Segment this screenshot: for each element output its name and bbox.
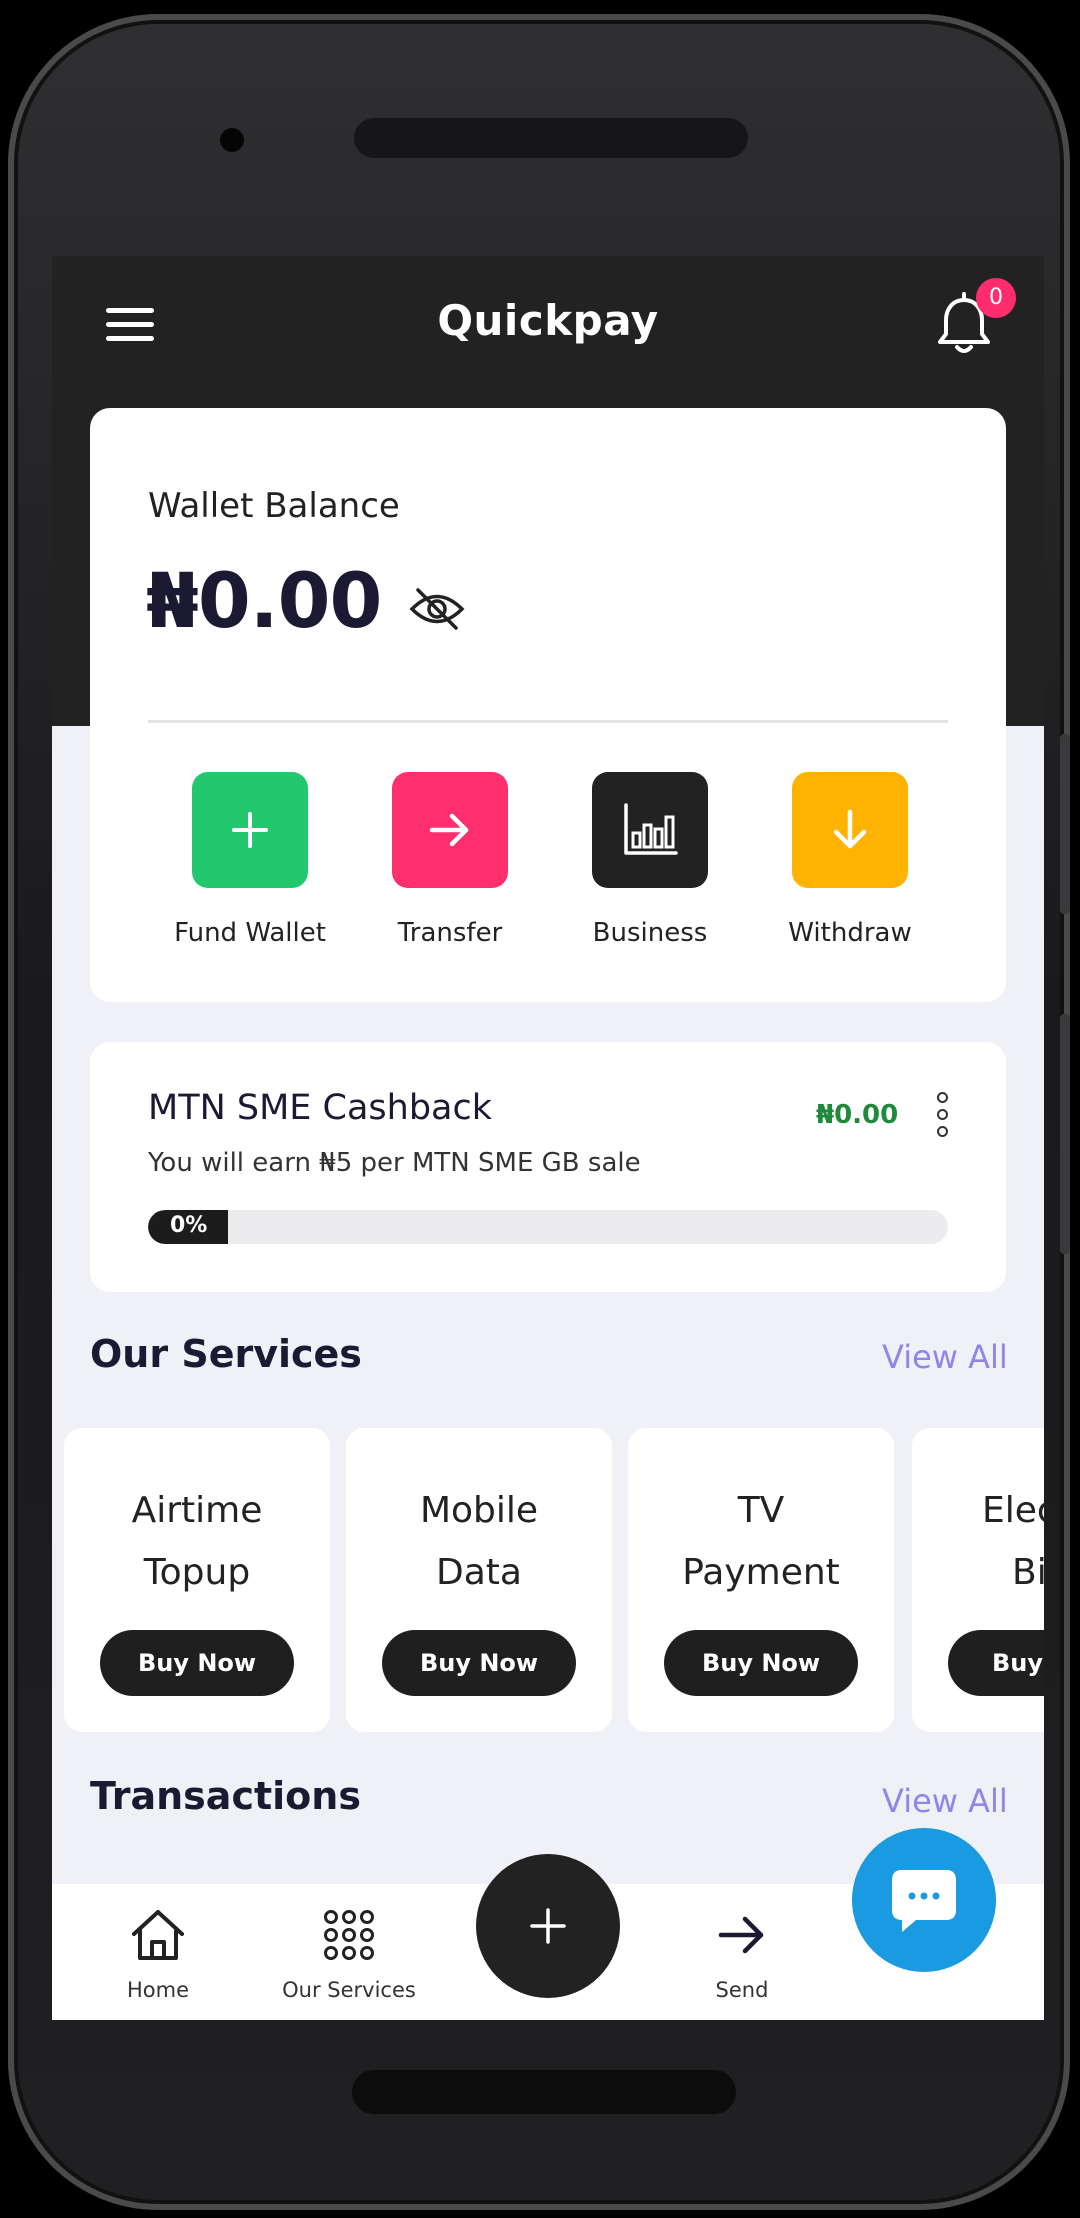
nav-send[interactable]: Send (700, 1908, 784, 2002)
side-button (1060, 1014, 1070, 1254)
business-label: Business (592, 918, 708, 948)
cashback-card: MTN SME Cashback ₦0.00 You will earn ₦5 … (90, 1042, 1006, 1292)
plus-icon (530, 1908, 566, 1944)
transfer-label: Transfer (397, 918, 503, 948)
eye-slash-icon[interactable] (408, 584, 466, 634)
home-icon (132, 1910, 184, 1960)
side-button (1060, 734, 1070, 914)
more-options-icon[interactable] (936, 1092, 948, 1137)
service-name-line: Mobile (419, 1490, 539, 1531)
arrow-right-icon (429, 813, 469, 847)
services-view-all-link[interactable]: View All (882, 1338, 1008, 1376)
buy-now-button[interactable]: Buy Now (664, 1630, 858, 1696)
business-button[interactable] (592, 772, 708, 888)
arrow-right-icon (718, 1916, 764, 1954)
nav-our-services[interactable]: Our Services (274, 1908, 424, 2002)
bottom-speaker (352, 2070, 736, 2114)
fund-wallet-label: Fund Wallet (174, 918, 326, 948)
withdraw-button[interactable] (792, 772, 908, 888)
service-name: Airtime Topup (64, 1480, 330, 1604)
service-name-line: TV (737, 1490, 785, 1531)
cashback-subtitle: You will earn ₦5 per MTN SME GB sale (148, 1148, 641, 1178)
service-name: Elec Bi (912, 1480, 1044, 1604)
transactions-view-all-link[interactable]: View All (882, 1782, 1008, 1820)
front-camera (220, 128, 244, 152)
withdraw-label: Withdraw (788, 918, 912, 948)
transfer-button[interactable] (392, 772, 508, 888)
earpiece-speaker (354, 118, 748, 158)
service-name-line: Airtime (131, 1490, 263, 1531)
wallet-balance-label: Wallet Balance (148, 486, 400, 526)
service-card-airtime[interactable]: Airtime Topup Buy Now (64, 1428, 330, 1732)
buy-now-button[interactable]: Buy Now (382, 1630, 576, 1696)
fund-wallet-action[interactable]: Fund Wallet (160, 772, 340, 948)
app-screen: Quickpay 0 Wallet Balance ₦0.00 Fund Wal… (52, 256, 1044, 2020)
service-name-line: Elec (982, 1490, 1044, 1531)
nav-send-label: Send (715, 1978, 769, 2002)
cashback-title: MTN SME Cashback (148, 1088, 493, 1128)
phone-frame: Quickpay 0 Wallet Balance ₦0.00 Fund Wal… (8, 14, 1070, 2210)
cashback-amount: ₦0.00 (816, 1100, 899, 1130)
service-name-line: Payment (682, 1552, 840, 1593)
app-title: Quickpay (437, 296, 659, 345)
cashback-progress-bar: 0% (148, 1210, 948, 1244)
buy-now-button[interactable]: Buy Now (100, 1630, 294, 1696)
arrow-down-icon (833, 809, 867, 849)
service-card-electricity[interactable]: Elec Bi Buy (912, 1428, 1044, 1732)
fund-wallet-button[interactable] (192, 772, 308, 888)
bar-chart-icon (624, 803, 678, 855)
transactions-title: Transactions (90, 1774, 361, 1818)
chat-bubble-icon (892, 1870, 956, 1932)
chat-support-button[interactable] (852, 1828, 996, 1972)
business-action[interactable]: Business (560, 772, 740, 948)
add-fab-button[interactable] (476, 1854, 620, 1998)
wallet-card: Wallet Balance ₦0.00 Fund Wallet Transfe… (90, 408, 1006, 1002)
service-name-line: Data (436, 1552, 522, 1593)
service-card-mobile-data[interactable]: Mobile Data Buy Now (346, 1428, 612, 1732)
plus-icon (232, 812, 268, 848)
notification-badge: 0 (976, 278, 1016, 318)
transfer-action[interactable]: Transfer (360, 772, 540, 948)
services-title: Our Services (90, 1332, 362, 1376)
divider (148, 720, 948, 723)
grid-icon (324, 1910, 374, 1960)
wallet-balance-amount: ₦0.00 (146, 556, 382, 645)
service-name: TV Payment (628, 1480, 894, 1604)
service-name-line: Topup (143, 1552, 251, 1593)
buy-now-button[interactable]: Buy (948, 1630, 1044, 1696)
service-name: Mobile Data (346, 1480, 612, 1604)
nav-home-label: Home (126, 1978, 189, 2002)
service-card-tv-payment[interactable]: TV Payment Buy Now (628, 1428, 894, 1732)
nav-home[interactable]: Home (116, 1908, 200, 2002)
withdraw-action[interactable]: Withdraw (760, 772, 940, 948)
nav-our-services-label: Our Services (282, 1978, 416, 2002)
service-name-line: Bi (1012, 1552, 1044, 1593)
progress-label: 0% (170, 1213, 208, 1238)
